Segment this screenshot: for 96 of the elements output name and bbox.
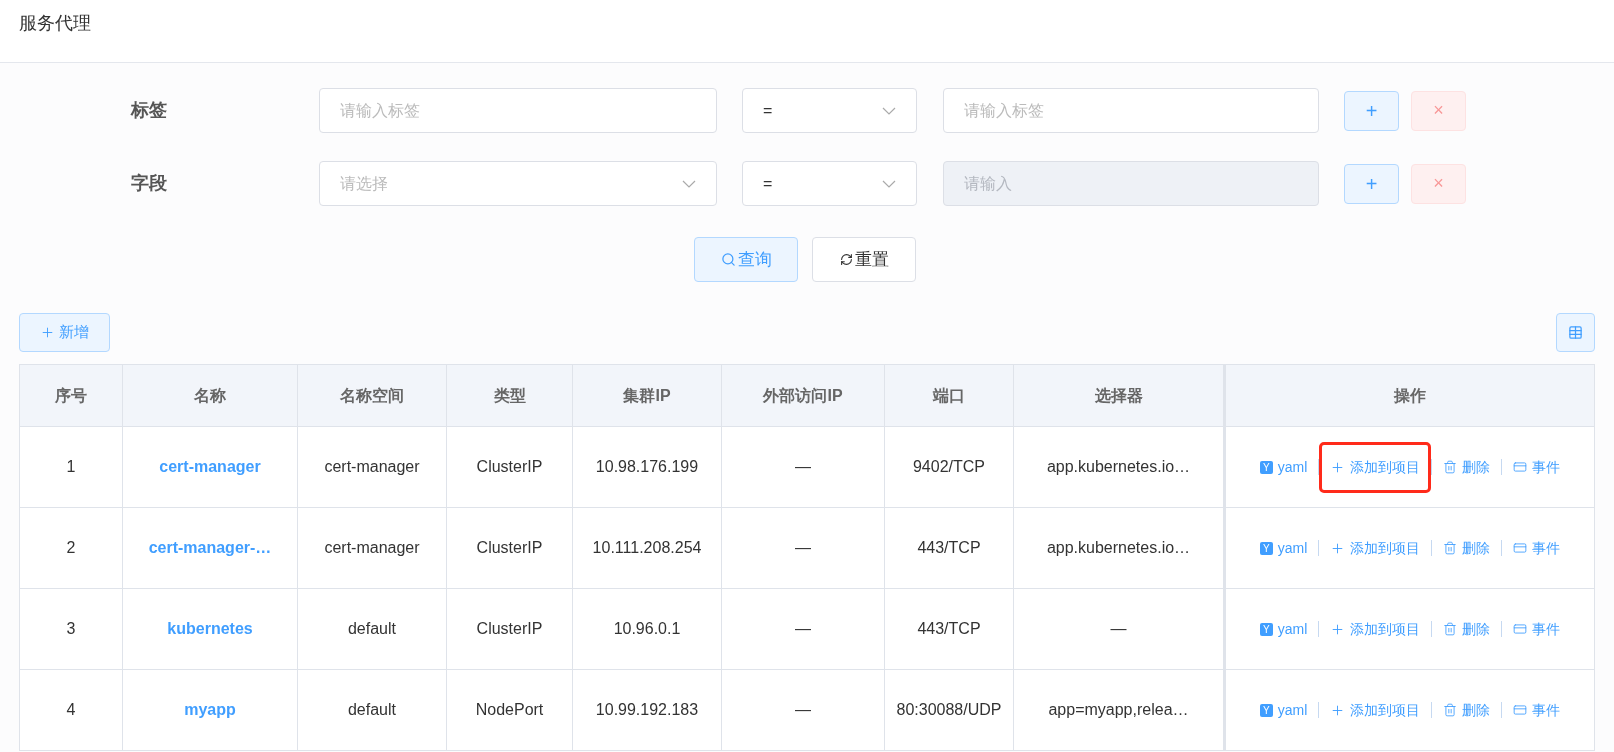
table-cell-text: 1 bbox=[66, 457, 76, 477]
card-icon bbox=[1513, 703, 1528, 717]
column-header: 选择器 bbox=[1094, 385, 1143, 406]
yaml-icon: Y bbox=[1259, 703, 1273, 717]
card-icon bbox=[1513, 622, 1528, 636]
service-name-link[interactable]: cert-manager bbox=[159, 455, 261, 479]
column-header: 类型 bbox=[493, 385, 526, 406]
column-settings-button[interactable] bbox=[1556, 313, 1595, 352]
table-cell-text: default bbox=[347, 700, 396, 720]
card-icon bbox=[1513, 541, 1528, 555]
filter-label: 字段 bbox=[131, 172, 168, 195]
table-cell-text: 10.98.176.199 bbox=[595, 457, 699, 477]
table-cell-text: cert-manager bbox=[324, 457, 420, 477]
input-field[interactable]: 请输入标签 bbox=[943, 88, 1319, 133]
table-cell-text: default bbox=[347, 619, 396, 639]
table-cell-text: app.kubernetes.io… bbox=[1046, 538, 1191, 558]
events-action-link[interactable]: 事件 bbox=[1502, 441, 1572, 493]
table-cell-text: 443/TCP bbox=[917, 538, 981, 558]
plus-icon bbox=[1330, 702, 1346, 718]
yaml-action-link[interactable]: Y yaml bbox=[1248, 522, 1319, 574]
new-button[interactable]: 新增 bbox=[19, 313, 110, 352]
table-cell-text: 2 bbox=[66, 538, 76, 558]
chevron-down-icon bbox=[882, 106, 896, 115]
add-action-link[interactable]: 添加到项目 bbox=[1319, 684, 1432, 736]
table-cell-text: ClusterIP bbox=[476, 538, 543, 558]
plus-icon bbox=[40, 325, 55, 340]
page-title: 服务代理 bbox=[19, 13, 91, 33]
table-cell-text: 9402/TCP bbox=[912, 457, 985, 477]
table-cell-text: — bbox=[795, 538, 811, 558]
plus-icon bbox=[1330, 621, 1346, 637]
add-action-link[interactable]: 添加到项目 bbox=[1319, 603, 1432, 655]
delete-action-link[interactable]: 删除 bbox=[1432, 603, 1502, 655]
remove-button[interactable]: × bbox=[1411, 163, 1466, 204]
column-header: 操作 bbox=[1394, 385, 1426, 406]
yaml-icon: Y bbox=[1259, 460, 1273, 474]
add-button[interactable]: + bbox=[1344, 163, 1399, 204]
service-name-link[interactable]: kubernetes bbox=[167, 617, 253, 641]
delete-action-link[interactable]: 删除 bbox=[1432, 441, 1502, 493]
plus-icon bbox=[1330, 459, 1346, 475]
refresh-icon bbox=[839, 253, 853, 266]
operator-select[interactable]: = bbox=[742, 88, 917, 133]
table-cell-text: — bbox=[795, 700, 811, 720]
yaml-action-link[interactable]: Y yaml bbox=[1248, 441, 1319, 493]
table-cell-text: 3 bbox=[66, 619, 76, 639]
trash-icon bbox=[1443, 703, 1458, 717]
filter-label: 标签 bbox=[131, 99, 168, 122]
search-icon bbox=[720, 252, 736, 267]
add-action-link[interactable]: 添加到项目 bbox=[1319, 441, 1432, 493]
table-cell-text: 10.96.0.1 bbox=[613, 619, 681, 639]
plus-icon bbox=[1330, 540, 1346, 556]
service-name-link[interactable]: myapp bbox=[184, 698, 236, 722]
yaml-icon: Y bbox=[1259, 541, 1273, 555]
table-cell-text: 443/TCP bbox=[917, 619, 981, 639]
remove-button[interactable]: × bbox=[1411, 90, 1466, 131]
table-cell-text: 10.111.208.254 bbox=[592, 538, 702, 558]
delete-action-link[interactable]: 删除 bbox=[1432, 684, 1502, 736]
column-header: 端口 bbox=[933, 385, 965, 406]
input-field[interactable]: 请输入标签 bbox=[319, 88, 717, 133]
table-cell-text: ClusterIP bbox=[476, 619, 543, 639]
yaml-action-link[interactable]: Y yaml bbox=[1248, 684, 1319, 736]
service-name-link[interactable]: cert-manager-… bbox=[148, 536, 272, 560]
column-header: 集群IP bbox=[623, 385, 671, 406]
card-icon bbox=[1513, 460, 1528, 474]
table-cell-text: NodePort bbox=[475, 700, 544, 720]
add-button[interactable]: + bbox=[1344, 90, 1399, 131]
table-cell-text: — bbox=[795, 619, 811, 639]
table-cell-text: app=myapp,relea… bbox=[1048, 700, 1189, 720]
table-cell-text: — bbox=[1110, 619, 1127, 639]
table-cell-text: — bbox=[795, 457, 811, 477]
column-header: 序号 bbox=[55, 385, 87, 406]
chevron-down-icon bbox=[882, 179, 896, 188]
table-cell-text: 4 bbox=[66, 700, 76, 720]
delete-action-link[interactable]: 删除 bbox=[1432, 522, 1502, 574]
events-action-link[interactable]: 事件 bbox=[1502, 684, 1572, 736]
column-header: 名称 bbox=[194, 385, 226, 406]
trash-icon bbox=[1443, 460, 1458, 474]
select-field[interactable]: 请选择 bbox=[319, 161, 717, 206]
table-icon bbox=[1568, 325, 1583, 340]
query-button[interactable]: 查询 bbox=[694, 237, 798, 282]
table-cell-text: app.kubernetes.io… bbox=[1046, 457, 1191, 477]
operator-select[interactable]: = bbox=[742, 161, 917, 206]
reset-button[interactable]: 重置 bbox=[812, 237, 916, 282]
trash-icon bbox=[1443, 622, 1458, 636]
table-cell-text: cert-manager bbox=[324, 538, 420, 558]
column-header: 名称空间 bbox=[340, 385, 404, 406]
chevron-down-icon bbox=[682, 179, 696, 188]
table-cell-text: 10.99.192.183 bbox=[595, 700, 699, 720]
table-cell-text: ClusterIP bbox=[476, 457, 543, 477]
trash-icon bbox=[1443, 541, 1458, 555]
add-action-link[interactable]: 添加到项目 bbox=[1319, 522, 1432, 574]
table-cell-text: 80:30088/UDP bbox=[896, 700, 1002, 720]
column-header: 外部访问IP bbox=[763, 385, 843, 406]
events-action-link[interactable]: 事件 bbox=[1502, 522, 1572, 574]
events-action-link[interactable]: 事件 bbox=[1502, 603, 1572, 655]
yaml-action-link[interactable]: Y yaml bbox=[1248, 603, 1319, 655]
yaml-icon: Y bbox=[1259, 622, 1273, 636]
